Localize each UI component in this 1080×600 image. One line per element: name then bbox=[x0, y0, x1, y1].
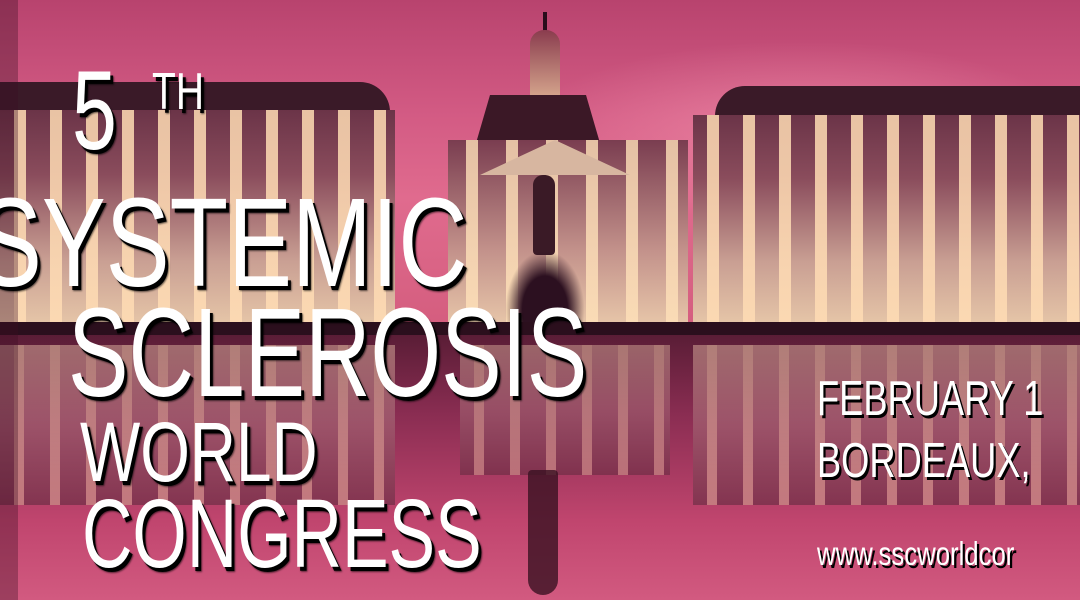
event-website[interactable]: www.sscworldcor bbox=[817, 537, 1014, 570]
fountain-statue bbox=[533, 175, 555, 255]
right-building bbox=[693, 115, 1080, 325]
title-line-4: CONGRESS bbox=[82, 479, 482, 588]
event-date: FEBRUARY 1 bbox=[817, 372, 1044, 426]
title-line-2: SCLEROSIS bbox=[68, 282, 588, 423]
congress-banner: 5 TH SYSTEMIC SCLEROSIS WORLD CONGRESS F… bbox=[0, 0, 1080, 600]
edition-number: 5 bbox=[72, 48, 117, 173]
center-cupola bbox=[530, 30, 560, 100]
spire-reflection bbox=[528, 470, 558, 595]
edition-suffix: TH bbox=[152, 63, 204, 121]
event-location: BORDEAUX, bbox=[817, 434, 1031, 488]
